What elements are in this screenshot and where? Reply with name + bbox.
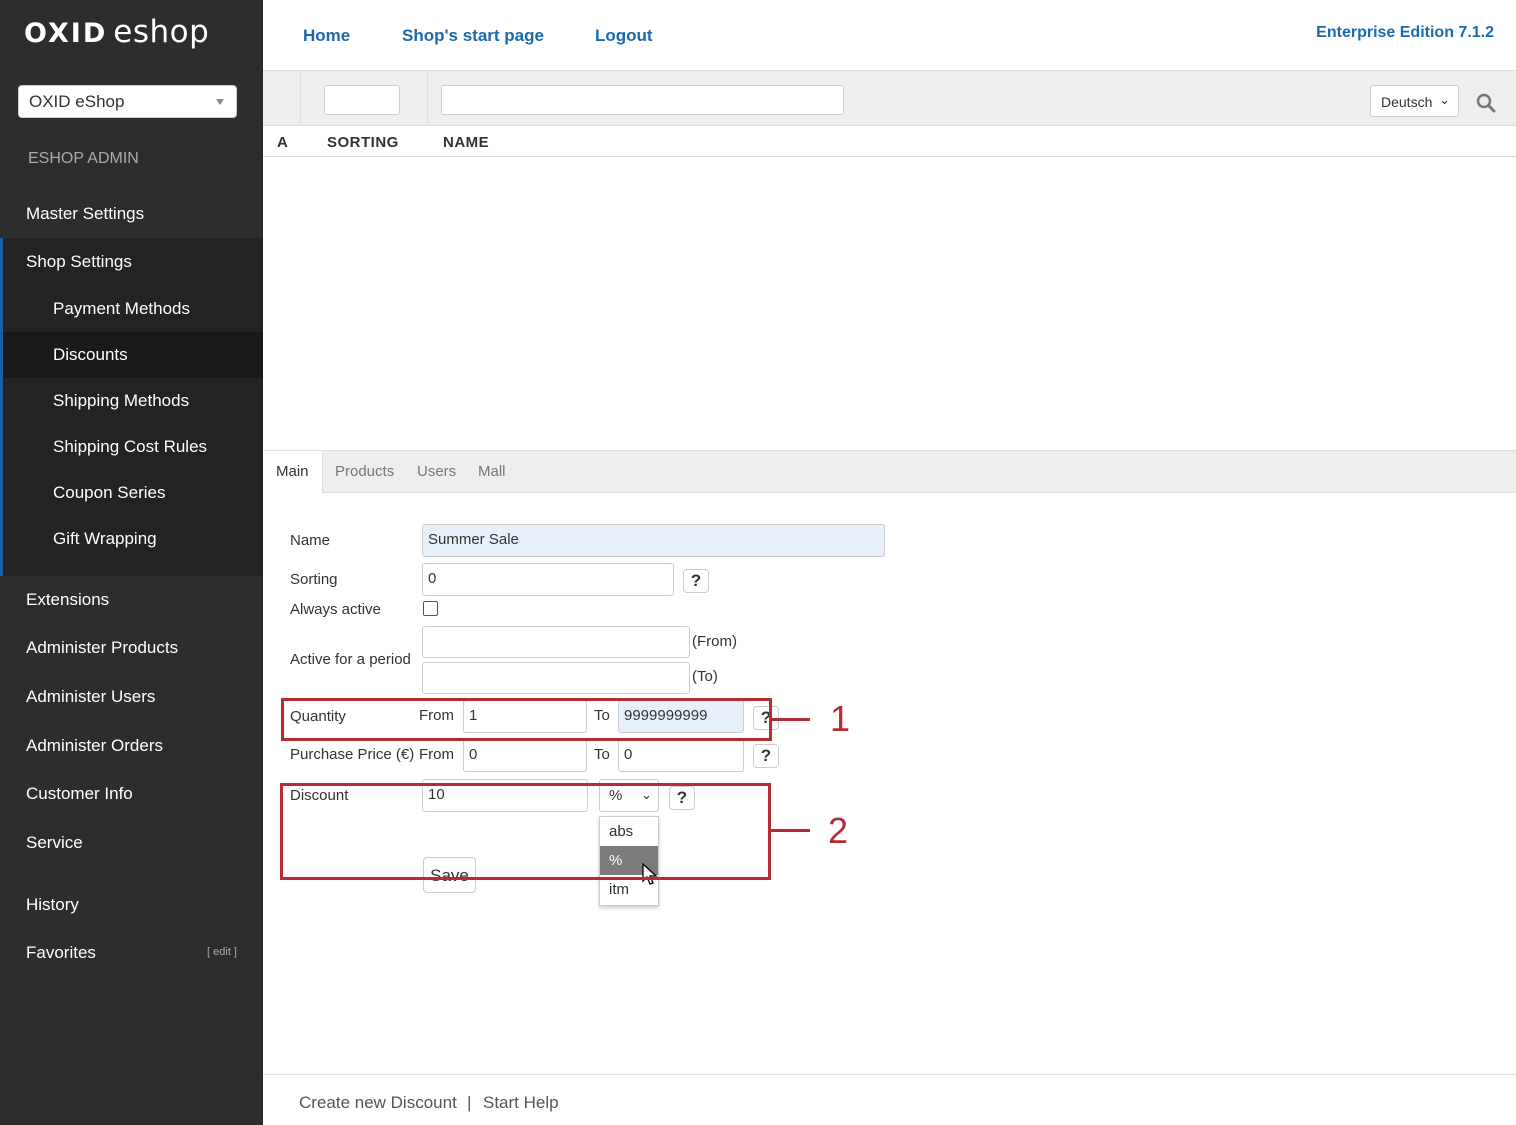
always-active-checkbox[interactable] — [423, 601, 438, 616]
nav-administer-orders[interactable]: Administer Orders — [0, 723, 263, 769]
nav-shop-settings[interactable]: Shop Settings — [0, 239, 263, 285]
favorites-edit-link[interactable]: [ edit ] — [207, 946, 237, 958]
nav-shipping-methods[interactable]: Shipping Methods — [0, 378, 263, 424]
shop-select[interactable]: OXID eShop — [18, 85, 237, 118]
tab-mall[interactable]: Mall — [465, 451, 519, 493]
sorting-input[interactable]: 0 — [422, 563, 674, 596]
name-input[interactable]: Summer Sale — [422, 524, 885, 557]
nav-shipping-cost-rules[interactable]: Shipping Cost Rules — [0, 424, 263, 470]
callout-number-1: 1 — [830, 698, 851, 739]
search-icon[interactable] — [1476, 93, 1496, 113]
callout-box-1 — [281, 698, 772, 741]
language-select[interactable]: Deutsch ⌄ — [1370, 85, 1459, 117]
list-filter-bar: Deutsch ⌄ — [263, 71, 1516, 126]
help-icon[interactable]: ? — [683, 569, 709, 593]
caret-down-icon — [216, 99, 224, 105]
footer-separator: | — [467, 1093, 472, 1112]
to-suffix: (To) — [692, 668, 718, 685]
sorting-label: Sorting — [290, 571, 338, 588]
column-header-name[interactable]: NAME — [443, 134, 489, 151]
tab-products[interactable]: Products — [322, 451, 407, 493]
always-active-label: Always active — [290, 601, 381, 618]
callout-line-1 — [772, 718, 810, 721]
nav-administer-users[interactable]: Administer Users — [0, 674, 263, 720]
purchase-price-label: Purchase Price (€) — [290, 746, 415, 763]
shop-select-value: OXID eShop — [29, 92, 125, 111]
callout-box-2 — [280, 783, 771, 880]
price-from-input[interactable]: 0 — [463, 739, 587, 772]
column-header-sorting[interactable]: SORTING — [327, 134, 399, 151]
nav-discounts[interactable]: Discounts — [3, 332, 263, 378]
nav-payment-methods[interactable]: Payment Methods — [0, 286, 263, 332]
sorting-filter-input[interactable] — [324, 85, 400, 115]
edition-label: Enterprise Edition 7.1.2 — [1316, 24, 1494, 41]
logo-text-eshop: eshop — [113, 14, 210, 50]
callout-number-2: 2 — [828, 810, 849, 851]
callout-line-2 — [771, 829, 810, 832]
price-from-label: From — [419, 746, 454, 763]
active-period-label: Active for a period — [290, 651, 411, 668]
oxid-logo[interactable]: OXID eshop — [24, 14, 209, 58]
top-navigation: Home Shop's start page Logout Enterprise… — [263, 0, 1516, 71]
price-to-input[interactable]: 0 — [618, 739, 744, 772]
nav-service[interactable]: Service — [0, 820, 263, 866]
active-to-input[interactable] — [422, 662, 690, 694]
price-to-label: To — [594, 746, 610, 763]
name-label: Name — [290, 532, 331, 549]
name-filter-input[interactable] — [441, 85, 844, 115]
help-icon[interactable]: ? — [753, 744, 779, 768]
nav-administer-products[interactable]: Administer Products — [0, 625, 263, 671]
create-new-discount-link[interactable]: Create new Discount — [299, 1093, 457, 1113]
start-help-link[interactable]: Start Help — [483, 1093, 559, 1113]
tab-main[interactable]: Main — [263, 451, 323, 494]
home-link[interactable]: Home — [303, 26, 350, 46]
sidebar: OXID eshop OXID eShop ESHOP ADMIN Master… — [0, 0, 263, 1125]
nav-coupon-series[interactable]: Coupon Series — [0, 470, 263, 516]
nav-gift-wrapping[interactable]: Gift Wrapping — [0, 516, 263, 562]
logo-text-oxid: OXID — [24, 18, 108, 49]
detail-tabs: Main Products Users Mall — [263, 450, 1516, 494]
shop-start-page-link[interactable]: Shop's start page — [402, 26, 544, 46]
language-select-value: Deutsch — [1381, 94, 1433, 110]
nav-history[interactable]: History — [0, 882, 263, 928]
logout-link[interactable]: Logout — [595, 26, 653, 46]
column-header-active[interactable]: A — [277, 134, 288, 151]
nav-master-settings[interactable]: Master Settings — [0, 191, 263, 237]
tab-users[interactable]: Users — [404, 451, 469, 493]
footer-bar: Create new Discount | Start Help — [263, 1074, 1516, 1125]
from-suffix: (From) — [692, 633, 737, 650]
nav-extensions[interactable]: Extensions — [0, 577, 263, 623]
nav-customer-info[interactable]: Customer Info — [0, 771, 263, 817]
section-label: ESHOP ADMIN — [28, 150, 139, 167]
list-header: A SORTING NAME — [263, 126, 1516, 157]
active-from-input[interactable] — [422, 626, 690, 658]
chevron-down-icon: ⌄ — [1439, 92, 1450, 107]
